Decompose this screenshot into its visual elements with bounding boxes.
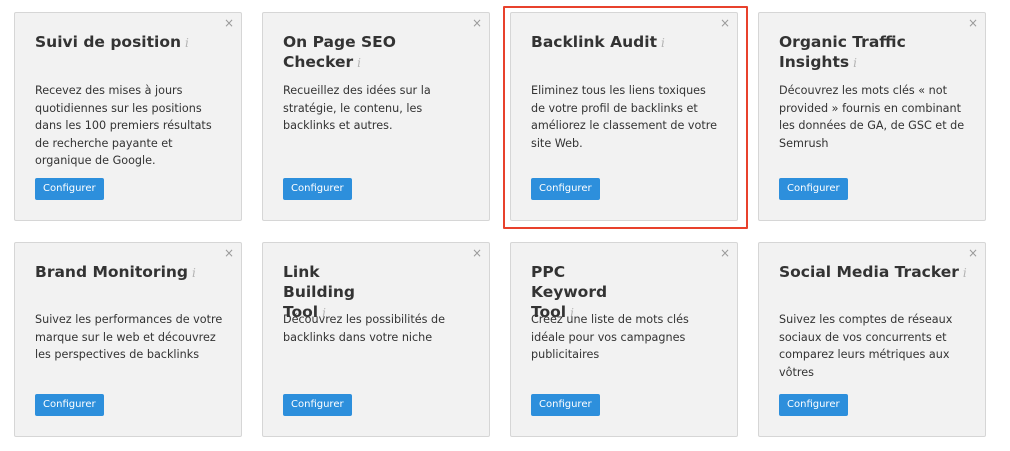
tool-card-link-building-tool: × Link Building Tool i Découvrez les poss… [262,242,490,437]
configure-button[interactable]: Configurer [531,394,600,416]
close-icon[interactable]: × [720,247,730,259]
tool-card-ppc-keyword-tool: × PPC Keyword Tool i Créez une liste de m… [510,242,738,437]
card-title: Organic Traffic Insights i [779,33,906,71]
info-icon[interactable]: i [963,266,967,280]
card-title: Brand Monitoring i [35,263,196,281]
close-icon[interactable]: × [224,17,234,29]
configure-button[interactable]: Configurer [35,178,104,200]
card-description: Suivez les comptes de réseaux sociaux de… [779,313,953,379]
info-icon[interactable]: i [853,56,857,70]
configure-button[interactable]: Configurer [779,178,848,200]
configure-button[interactable]: Configurer [283,178,352,200]
close-icon[interactable]: × [472,17,482,29]
configure-button[interactable]: Configurer [35,394,104,416]
card-description: Recevez des mises à jours quotidiennes s… [35,84,212,167]
info-icon[interactable]: i [185,36,189,50]
tool-card-suivi-de-position: × Suivi de position i Recevez des mises à… [14,12,242,221]
tool-card-social-media-tracker: × Social Media Tracker i Suivez les compt… [758,242,986,437]
tool-card-organic-traffic-insights: × Organic Traffic Insights i Découvrez le… [758,12,986,221]
tool-card-backlink-audit: × Backlink Audit i Eliminez tous les lien… [510,12,738,221]
configure-button[interactable]: Configurer [283,394,352,416]
card-description: Recueillez des idées sur la stratégie, l… [283,84,431,132]
close-icon[interactable]: × [224,247,234,259]
card-title: Social Media Tracker i [779,263,967,281]
tool-card-brand-monitoring: × Brand Monitoring i Suivez les performan… [14,242,242,437]
info-icon[interactable]: i [357,56,361,70]
card-description: Suivez les performances de votre marque … [35,313,223,361]
configure-button[interactable]: Configurer [531,178,600,200]
tool-card-on-page-seo-checker: × On Page SEO Checker i Recueillez des id… [262,12,490,221]
configure-button[interactable]: Configurer [779,394,848,416]
info-icon[interactable]: i [192,266,196,280]
card-title: Backlink Audit i [531,33,665,51]
card-description: Découvrez les possibilités de backlinks … [283,313,446,344]
card-description: Découvrez les mots clés « not provided »… [779,84,965,150]
close-icon[interactable]: × [472,247,482,259]
card-title: On Page SEO Checker i [283,33,396,71]
card-description: Eliminez tous les liens toxiques de votr… [531,84,718,150]
close-icon[interactable]: × [968,247,978,259]
info-icon[interactable]: i [661,36,665,50]
close-icon[interactable]: × [720,17,730,29]
close-icon[interactable]: × [968,17,978,29]
card-title: Suivi de position i [35,33,189,51]
card-description: Créez une liste de mots clés idéale pour… [531,313,689,361]
